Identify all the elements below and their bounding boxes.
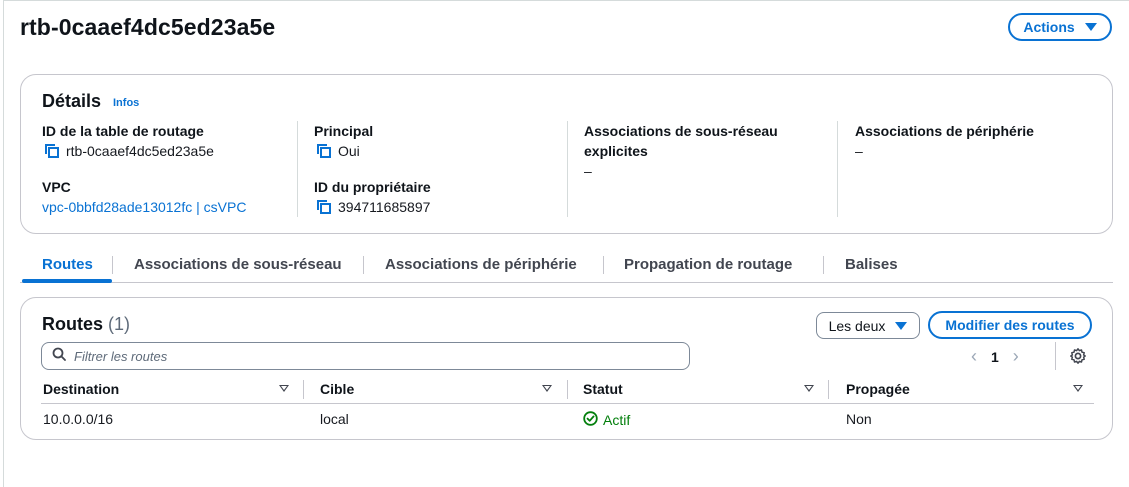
- details-column-3: Associations de sous-réseau explicites –: [584, 121, 778, 181]
- tab-bar: Routes Associations de sous-réseau Assoc…: [20, 252, 1113, 283]
- details-panel: Détails Infos ID de la table de routage …: [20, 74, 1113, 234]
- caret-down-icon: [895, 321, 908, 330]
- sort-icon[interactable]: [804, 385, 814, 392]
- copy-icon[interactable]: [316, 199, 332, 215]
- tab-routes[interactable]: Routes: [42, 256, 93, 273]
- routes-table-header: Destination Cible Statut Propagée: [41, 376, 1094, 404]
- sort-icon[interactable]: [1073, 385, 1083, 392]
- column-resizer[interactable]: [567, 380, 568, 399]
- chevron-left-icon[interactable]: ‹: [971, 346, 977, 367]
- routes-title-text: Routes: [42, 314, 104, 334]
- route-table-id-text: rtb-0caaef4dc5ed23a5e: [66, 143, 214, 159]
- tab-divider: [823, 256, 824, 274]
- column-divider: [837, 121, 838, 217]
- main-value: Oui: [314, 141, 431, 161]
- main-label: Principal: [314, 123, 374, 139]
- routes-panel: Routes (1) Les deux Modifier des routes …: [20, 297, 1113, 440]
- tab-divider: [603, 256, 604, 274]
- edit-routes-button[interactable]: Modifier des routes: [928, 311, 1092, 339]
- routes-title: Routes (1): [42, 314, 130, 335]
- tab-tags[interactable]: Balises: [845, 256, 898, 273]
- subnet-associations-label-line1: Associations de sous-réseau: [584, 123, 778, 139]
- owner-label: ID du propriétaire: [314, 179, 431, 195]
- edge-associations-value: –: [855, 143, 863, 159]
- edge-associations-label: Associations de périphérie: [855, 123, 1034, 139]
- column-divider: [567, 121, 568, 217]
- caret-down-icon: [1084, 23, 1097, 31]
- owner-value-text: 394711685897: [338, 199, 431, 215]
- actions-button-label: Actions: [1023, 19, 1075, 35]
- column-header-propagated[interactable]: Propagée: [846, 381, 910, 397]
- cell-destination: 10.0.0.0/16: [43, 411, 114, 427]
- cell-target: local: [320, 411, 349, 427]
- column-resizer[interactable]: [828, 380, 829, 399]
- owner-value: 394711685897: [314, 197, 431, 217]
- sort-icon[interactable]: [542, 385, 552, 392]
- column-header-target[interactable]: Cible: [320, 381, 354, 397]
- details-title: Détails: [42, 91, 102, 111]
- subnet-associations-label: Associations de sous-réseau explicites: [584, 121, 778, 161]
- column-header-destination[interactable]: Destination: [43, 381, 119, 397]
- vpc-label: VPC: [42, 179, 71, 195]
- details-column-4: Associations de périphérie –: [855, 121, 1034, 161]
- column-resizer[interactable]: [303, 380, 304, 399]
- main-value-text: Oui: [338, 143, 360, 159]
- tab-route-propagation[interactable]: Propagation de routage: [624, 256, 792, 273]
- actions-button[interactable]: Actions: [1008, 13, 1112, 41]
- vpc-link[interactable]: vpc-0bbfd28ade13012fc | csVPC: [42, 197, 246, 217]
- copy-icon[interactable]: [316, 143, 332, 159]
- status-text: Actif: [603, 412, 631, 428]
- details-column-1: ID de la table de routage rtb-0caaef4dc5…: [42, 121, 246, 217]
- sort-icon[interactable]: [279, 385, 289, 392]
- cell-status: Actif: [583, 411, 630, 429]
- route-filter-dropdown-label: Les deux: [828, 317, 886, 334]
- active-tab-indicator: [22, 279, 112, 283]
- route-search[interactable]: [41, 342, 690, 370]
- info-link[interactable]: Infos: [113, 97, 139, 109]
- page-title: rtb-0caaef4dc5ed23a5e: [20, 14, 276, 40]
- chevron-right-icon[interactable]: ›: [1013, 346, 1019, 367]
- details-column-2: Principal Oui ID du propriétaire 3947116…: [314, 121, 431, 217]
- route-filter-dropdown[interactable]: Les deux: [816, 312, 920, 339]
- search-input[interactable]: [74, 348, 664, 364]
- pagination-divider: [1055, 342, 1056, 370]
- cell-propagated: Non: [846, 411, 872, 427]
- routes-count: (1): [108, 314, 131, 334]
- tab-edge-associations[interactable]: Associations de périphérie: [385, 256, 577, 273]
- copy-icon[interactable]: [44, 143, 60, 159]
- current-page[interactable]: 1: [991, 349, 999, 365]
- route-table-id-value: rtb-0caaef4dc5ed23a5e: [42, 141, 246, 161]
- table-row[interactable]: 10.0.0.0/16 local Actif Non: [41, 406, 1094, 432]
- search-icon: [52, 347, 66, 366]
- tab-subnet-associations[interactable]: Associations de sous-réseau: [134, 256, 342, 273]
- tab-divider: [363, 256, 364, 274]
- route-table-id-label: ID de la table de routage: [42, 123, 204, 139]
- subnet-associations-label-line2: explicites: [584, 143, 648, 159]
- column-divider: [297, 121, 298, 217]
- column-header-status[interactable]: Statut: [583, 381, 623, 397]
- pagination: ‹ 1 ›: [971, 346, 1019, 367]
- tab-divider: [112, 256, 113, 274]
- gear-icon[interactable]: [1069, 347, 1087, 365]
- success-check-icon: [583, 411, 598, 429]
- subnet-associations-value: –: [584, 163, 592, 179]
